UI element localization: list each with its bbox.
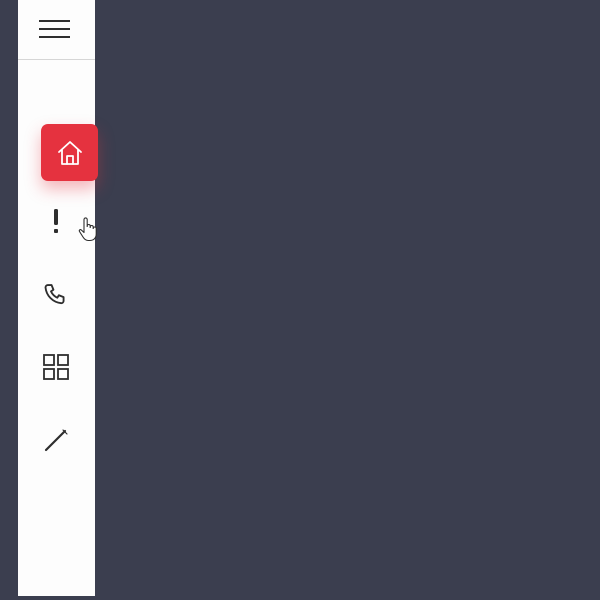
sidebar-item-apps[interactable] — [36, 347, 76, 387]
hamburger-line — [39, 20, 70, 22]
sidebar-item-home[interactable] — [41, 124, 98, 181]
sidebar-item-phone[interactable] — [36, 275, 76, 315]
sidebar-header — [18, 0, 95, 60]
exclamation-icon — [54, 209, 58, 233]
home-icon — [57, 140, 82, 165]
hamburger-line — [39, 28, 70, 30]
sidebar — [18, 0, 95, 596]
sidebar-item-edit[interactable] — [36, 420, 76, 460]
pencil-icon — [44, 429, 68, 452]
hand-pointer-icon — [78, 217, 97, 242]
hamburger-menu-icon[interactable] — [39, 20, 70, 39]
hamburger-line — [39, 36, 70, 38]
grid-icon — [43, 354, 69, 380]
sidebar-item-alert[interactable] — [36, 202, 76, 242]
phone-icon — [44, 284, 65, 305]
